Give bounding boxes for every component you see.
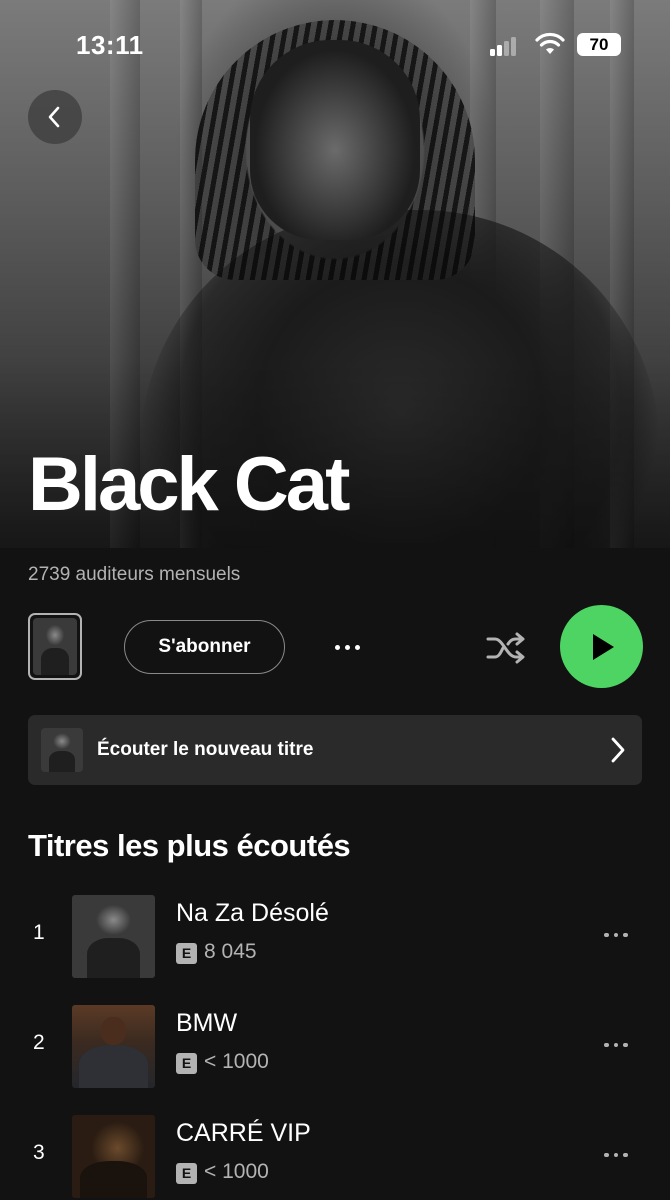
track-play-count: < 1000	[204, 1160, 269, 1183]
track-cover	[72, 895, 155, 978]
explicit-badge: E	[176, 1163, 197, 1184]
back-chevron-icon	[48, 106, 60, 128]
artist-name: Black Cat	[28, 442, 350, 527]
shuffle-button[interactable]	[482, 624, 530, 672]
track-more-button[interactable]	[594, 1034, 638, 1056]
play-button[interactable]	[560, 605, 643, 688]
track-more-button[interactable]	[594, 1144, 638, 1166]
explicit-badge: E	[176, 1053, 197, 1074]
track-rank: 3	[33, 1141, 45, 1164]
avatar	[33, 618, 77, 675]
new-release-banner[interactable]: Écouter le nouveau titre	[28, 715, 642, 785]
more-options-button[interactable]	[323, 630, 371, 664]
popular-tracks-title: Titres les plus écoutés	[28, 828, 351, 863]
play-icon	[592, 633, 614, 660]
new-release-cover	[41, 728, 83, 772]
battery-icon: 70	[577, 33, 621, 56]
track-play-count: < 1000	[204, 1050, 269, 1073]
track-row[interactable]: 3 CARRÉ VIP E < 1000	[0, 1111, 670, 1200]
track-cover	[72, 1005, 155, 1088]
track-cover	[72, 1115, 155, 1198]
chevron-right-icon	[611, 737, 625, 763]
track-rank: 2	[33, 1031, 45, 1054]
artist-avatar-button[interactable]	[28, 613, 82, 680]
explicit-badge: E	[176, 943, 197, 964]
track-title: BMW	[176, 1009, 238, 1037]
track-row[interactable]: 2 BMW E < 1000	[0, 1001, 670, 1091]
shuffle-icon	[486, 632, 525, 664]
wifi-icon	[535, 32, 565, 54]
new-release-label: Écouter le nouveau titre	[97, 739, 314, 760]
monthly-listeners: 2739 auditeurs mensuels	[28, 564, 241, 585]
follow-button[interactable]: S'abonner	[124, 620, 285, 674]
track-title: CARRÉ VIP	[176, 1119, 311, 1147]
track-title: Na Za Désolé	[176, 899, 329, 927]
signal-icon	[490, 36, 518, 56]
track-more-button[interactable]	[594, 924, 638, 946]
track-play-count: 8 045	[204, 940, 257, 963]
status-time: 13:11	[76, 30, 144, 60]
track-row[interactable]: 1 Na Za Désolé E 8 045	[0, 891, 670, 981]
back-button[interactable]	[28, 90, 82, 144]
status-bar: 13:11 70	[0, 0, 670, 90]
track-rank: 1	[33, 921, 45, 944]
